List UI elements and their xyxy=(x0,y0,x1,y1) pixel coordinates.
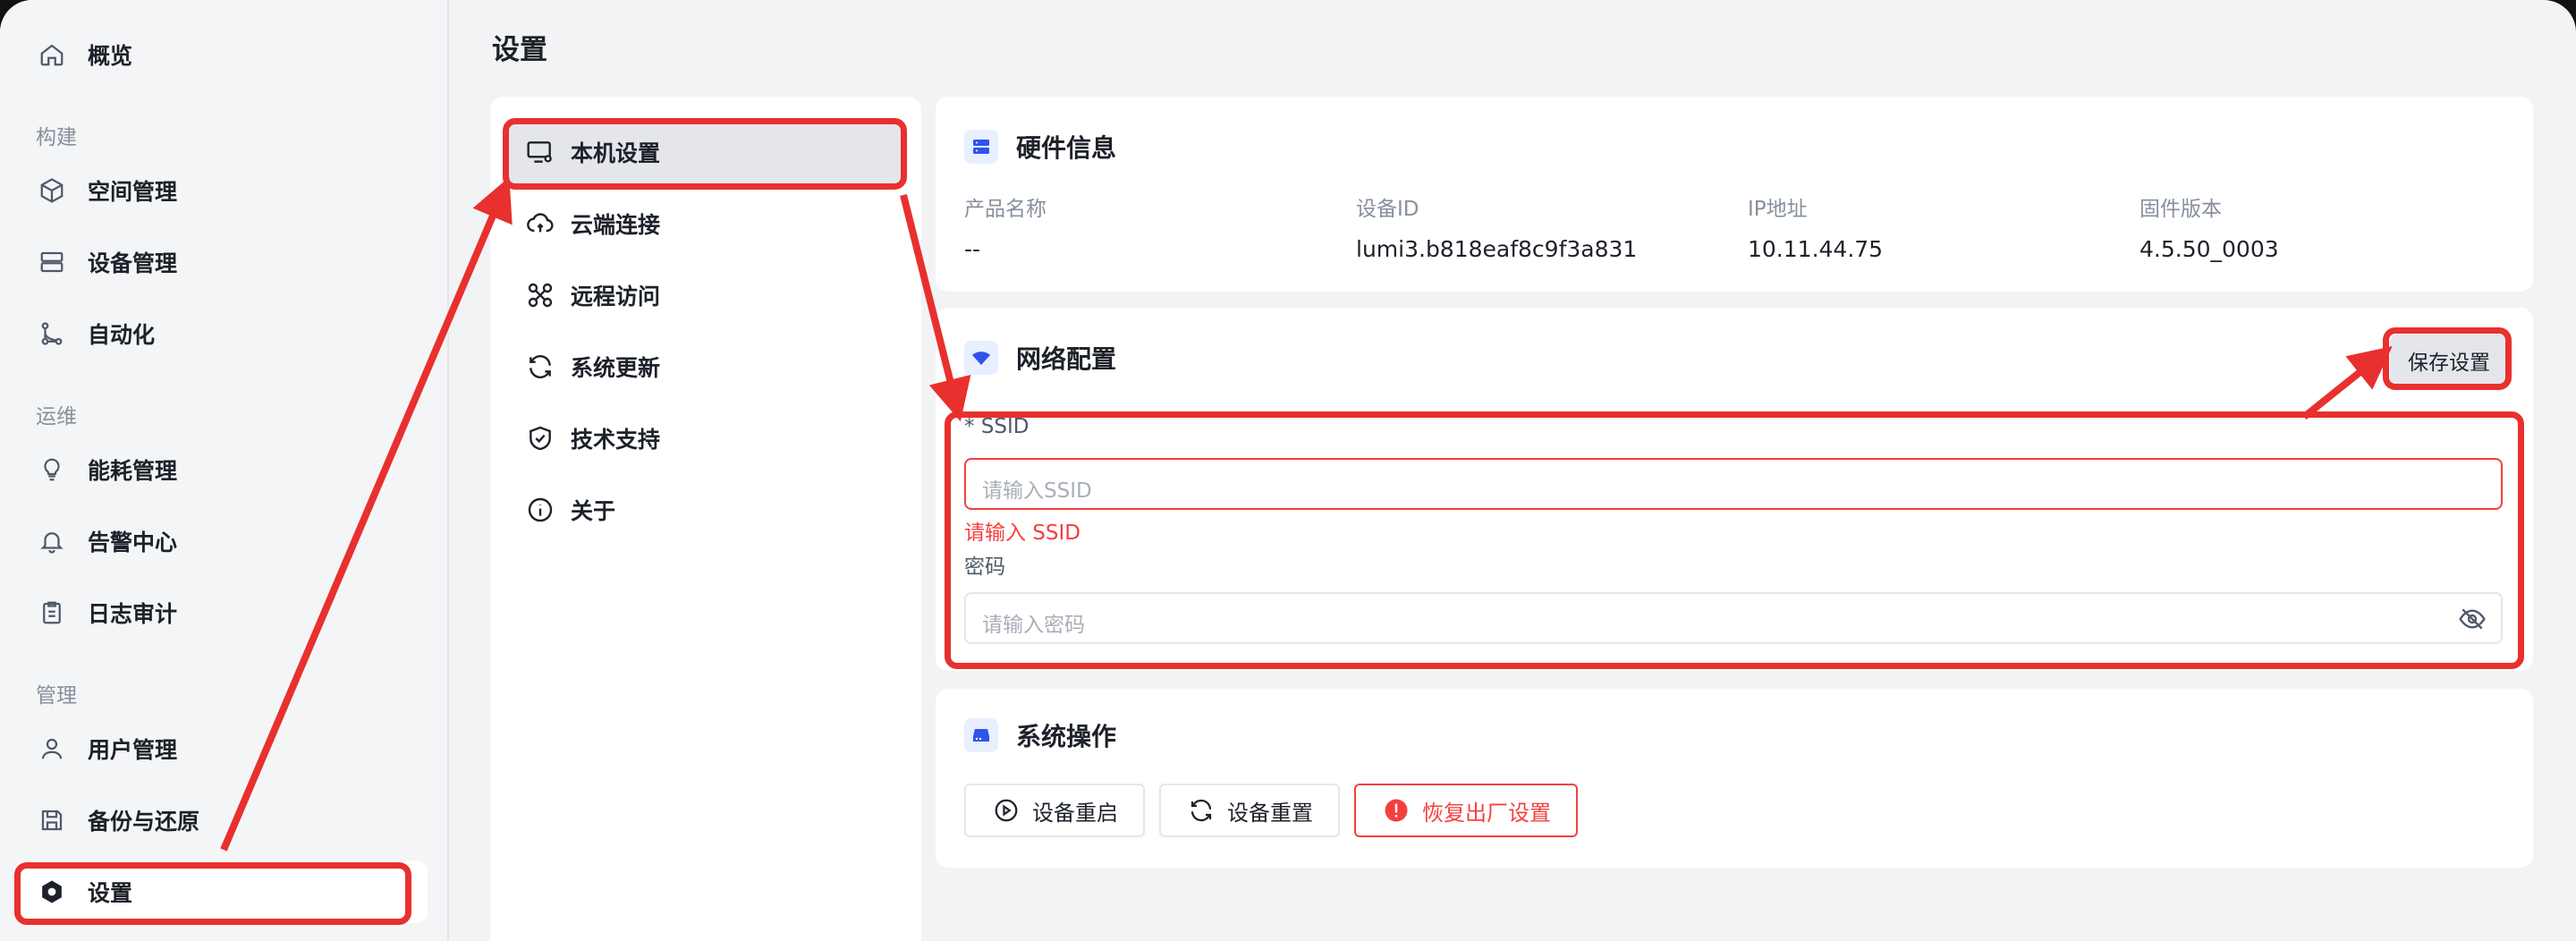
app-window: 概览 构建 空间管理 设备管理 自动化 运维 能耗管理 告警中心 日志审计 管理… xyxy=(0,0,2576,941)
arrow-to-network-form xyxy=(900,194,971,422)
arrow-to-local-settings xyxy=(220,176,513,852)
annotation-arrows xyxy=(220,176,2393,852)
arrow-to-save-button xyxy=(2301,346,2393,420)
